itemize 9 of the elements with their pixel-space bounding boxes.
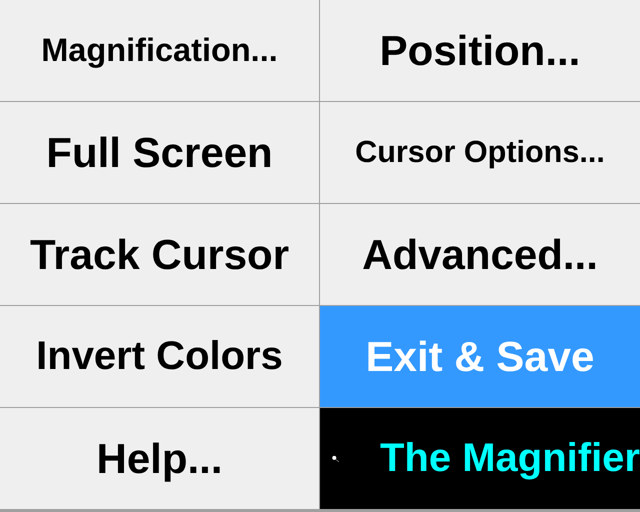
menu-button[interactable]: Track Cursor (0, 204, 319, 305)
menu-button[interactable]: Position... (320, 0, 640, 101)
app-title: The Magnifier (380, 436, 640, 481)
menu-button[interactable]: Full Screen (0, 102, 319, 203)
menu-button[interactable]: Help... (0, 408, 319, 509)
menu-button[interactable]: Magnification... (0, 0, 319, 101)
menu-button[interactable]: Cursor Options... (320, 102, 640, 203)
menu-button[interactable]: Invert Colors (0, 306, 319, 407)
menu-button[interactable]: Advanced... (320, 204, 640, 305)
